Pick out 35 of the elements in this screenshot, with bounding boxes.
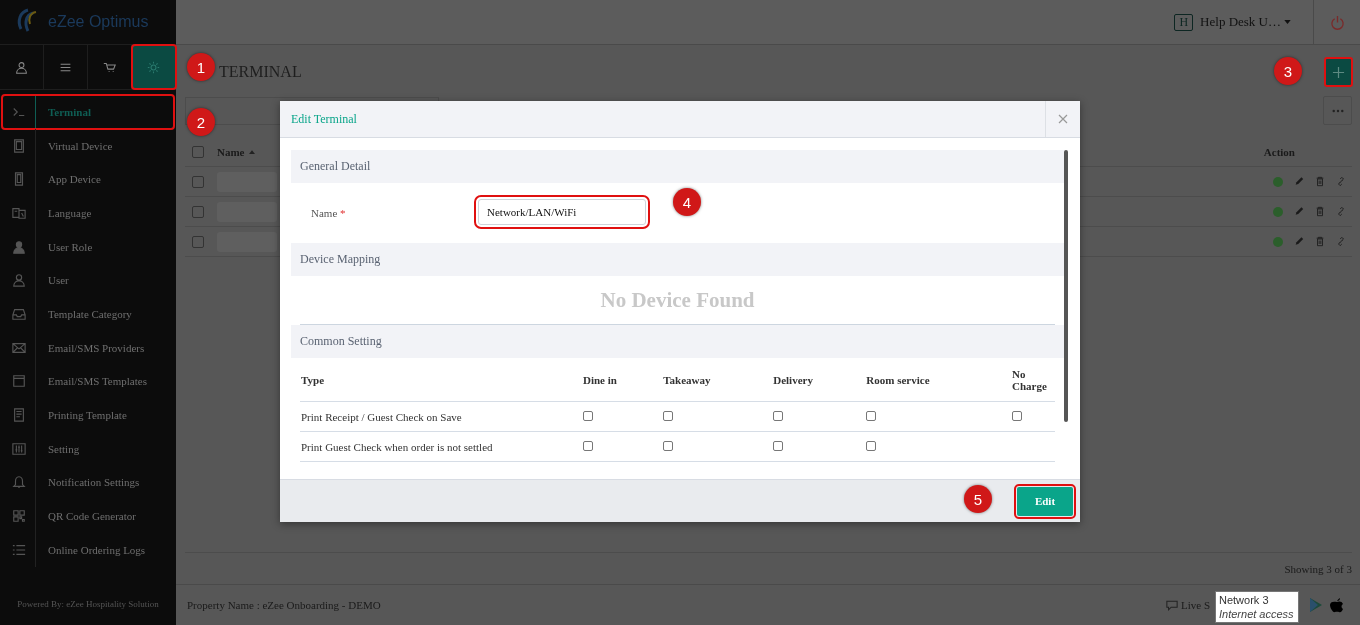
tooltip-title: Network 3 (1219, 593, 1270, 607)
column-header: Delivery (773, 373, 813, 386)
sidebar-item-label: Online Ordering Logs (47, 543, 146, 556)
column-header: Action (1263, 145, 1295, 158)
section-title: Device Mapping (300, 252, 381, 267)
sidebar-item-label: App Device (47, 173, 101, 186)
dialog-title: Edit Terminal (290, 111, 357, 127)
setting-label: Print Receipt / Guest Check on Save (301, 410, 462, 423)
sidebar-item-label: User (47, 274, 69, 287)
section-title: General Detail (300, 159, 371, 174)
setting-label: Print Guest Check when order is not settled (301, 440, 493, 453)
column-header: Takeaway (663, 373, 711, 386)
sidebar-item-label: Email/SMS Templates (47, 375, 147, 388)
column-header: Dine in (583, 373, 617, 386)
field-label: Name * (311, 207, 347, 219)
column-header: No Charge (1012, 367, 1047, 392)
sidebar-item-label: Printing Template (47, 409, 127, 422)
page-title: TERMINAL (219, 63, 302, 81)
user-initial: H (1174, 13, 1194, 31)
sidebar-item-label: Virtual Device (47, 139, 113, 152)
sidebar-item-label: User Role (47, 240, 93, 253)
column-header: Room service (866, 373, 930, 386)
sidebar-item-label: Language (47, 206, 92, 219)
sidebar-item-label: QR Code Generator (47, 510, 136, 523)
sidebar-item-label: Notification Settings (47, 476, 140, 489)
section-title: Common Setting (300, 334, 382, 349)
property-name: Property Name : eZee Onboarding - DEMO (187, 599, 381, 611)
sidebar-item-label: Setting (47, 442, 80, 455)
powered-by-text: Powered By: eZee Hospitality Solution (17, 599, 159, 609)
tooltip-subtitle: Internet access (1219, 607, 1295, 621)
column-header: Type (301, 373, 325, 386)
sidebar-item-label: Terminal (47, 105, 91, 118)
sidebar-item-label: Email/SMS Providers (47, 341, 145, 354)
logo-text: eZee Optimus (48, 13, 149, 31)
sidebar-item-label: Template Category (47, 307, 132, 320)
